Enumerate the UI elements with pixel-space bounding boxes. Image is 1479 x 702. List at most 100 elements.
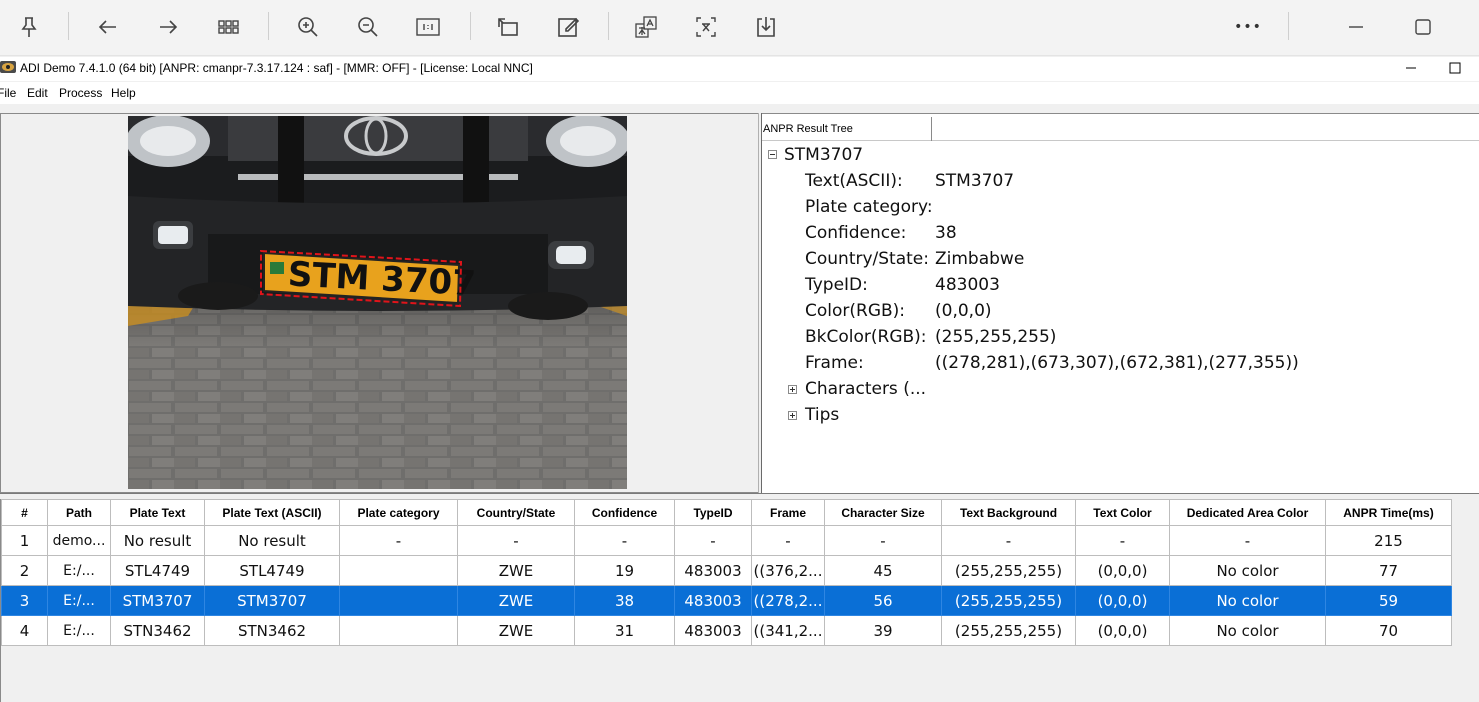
table-cell: demo... bbox=[47, 525, 111, 556]
rotate-icon[interactable] bbox=[490, 10, 526, 44]
table-cell: E:/... bbox=[47, 615, 111, 646]
results-grid-area: # Path Plate Text Plate Text (ASCII) Pla… bbox=[0, 499, 1479, 702]
table-cell: 1 bbox=[1, 525, 48, 556]
zoom-in-icon[interactable] bbox=[290, 10, 326, 44]
table-cell: ((278,2... bbox=[751, 585, 825, 616]
table-cell: 77 bbox=[1325, 555, 1452, 586]
table-cell: - bbox=[674, 525, 752, 556]
table-cell: STL4749 bbox=[110, 555, 205, 586]
actual-size-icon[interactable] bbox=[410, 10, 446, 44]
results-grid: # Path Plate Text Plate Text (ASCII) Pla… bbox=[1, 499, 1452, 646]
app-maximize-icon[interactable] bbox=[1446, 60, 1464, 76]
table-cell: ((376,2... bbox=[751, 555, 825, 586]
table-cell: 59 bbox=[1325, 585, 1452, 616]
col-header[interactable]: Country/State bbox=[457, 499, 575, 526]
table-cell: STL4749 bbox=[204, 555, 340, 586]
expand-icon[interactable] bbox=[788, 385, 797, 394]
col-header[interactable]: Path bbox=[47, 499, 111, 526]
col-header[interactable]: Dedicated Area Color bbox=[1169, 499, 1326, 526]
menubar: File Edit Process Help bbox=[0, 82, 1479, 104]
col-header[interactable]: Confidence bbox=[574, 499, 675, 526]
table-cell: ZWE bbox=[457, 555, 575, 586]
table-cell: ZWE bbox=[457, 585, 575, 616]
table-cell: - bbox=[751, 525, 825, 556]
table-cell: - bbox=[339, 525, 458, 556]
tree-header: ANPR Result Tree bbox=[762, 117, 1479, 141]
back-icon[interactable] bbox=[90, 10, 126, 44]
table-cell: - bbox=[824, 525, 942, 556]
col-header[interactable]: Plate Text (ASCII) bbox=[204, 499, 340, 526]
col-header[interactable]: # bbox=[1, 499, 48, 526]
viewer-toolbar: ••• bbox=[0, 0, 1479, 56]
formula-icon[interactable] bbox=[688, 10, 724, 44]
grid-view-icon[interactable] bbox=[210, 10, 246, 44]
forward-icon[interactable] bbox=[150, 10, 186, 44]
table-cell: 3 bbox=[1, 585, 48, 616]
tree-root[interactable]: STM3707 bbox=[784, 145, 863, 165]
table-cell: 483003 bbox=[674, 555, 752, 586]
table-cell bbox=[339, 585, 458, 616]
col-header[interactable]: Frame bbox=[751, 499, 825, 526]
table-cell: 70 bbox=[1325, 615, 1452, 646]
tree-node-tips[interactable]: Tips bbox=[805, 405, 839, 425]
table-cell bbox=[339, 555, 458, 586]
table-cell: - bbox=[1169, 525, 1326, 556]
collapse-icon[interactable] bbox=[768, 150, 777, 159]
menu-process[interactable]: Process bbox=[59, 86, 102, 100]
menu-edit[interactable]: Edit bbox=[27, 86, 48, 100]
col-header[interactable]: Plate category bbox=[339, 499, 458, 526]
table-cell: ((341,2... bbox=[751, 615, 825, 646]
menu-help[interactable]: Help bbox=[111, 86, 136, 100]
zoom-out-icon[interactable] bbox=[350, 10, 386, 44]
download-icon[interactable] bbox=[748, 10, 784, 44]
app-minimize-icon[interactable] bbox=[1402, 60, 1420, 76]
col-header[interactable]: Character Size bbox=[824, 499, 942, 526]
table-row[interactable]: 1 demo... No result No result - - - - - - - - -215 bbox=[1, 525, 1452, 556]
table-cell: 45 bbox=[824, 555, 942, 586]
vehicle-photo[interactable]: STM 3707 bbox=[128, 116, 627, 489]
table-cell: No color bbox=[1169, 555, 1326, 586]
expand-icon[interactable] bbox=[788, 411, 797, 420]
table-cell: E:/... bbox=[47, 555, 111, 586]
col-header[interactable]: Text Background bbox=[941, 499, 1076, 526]
col-header[interactable]: TypeID bbox=[674, 499, 752, 526]
app-title: ADI Demo 7.4.1.0 (64 bit) [ANPR: cmanpr-… bbox=[20, 61, 533, 75]
table-row[interactable]: 2 E:/... STL4749 STL4749 ZWE 19 483003 ((376,2.… bbox=[1, 555, 1452, 586]
table-row[interactable]: 3 E:/... STM3707 STM3707 ZWE 38 483003 ((278,2.… bbox=[1, 585, 1452, 616]
table-cell: - bbox=[1075, 525, 1170, 556]
tree-node-characters[interactable]: Characters (... bbox=[805, 379, 926, 399]
table-cell: No color bbox=[1169, 615, 1326, 646]
more-icon[interactable]: ••• bbox=[1230, 10, 1266, 44]
table-cell: E:/... bbox=[47, 585, 111, 616]
tree-header-title: ANPR Result Tree bbox=[762, 117, 932, 141]
table-cell: No result bbox=[110, 525, 205, 556]
table-cell: (0,0,0) bbox=[1075, 585, 1170, 616]
table-cell: STM3707 bbox=[204, 585, 340, 616]
table-cell: 4 bbox=[1, 615, 48, 646]
app-titlebar: ADI Demo 7.4.1.0 (64 bit) [ANPR: cmanpr-… bbox=[0, 57, 1479, 81]
table-cell: 2 bbox=[1, 555, 48, 586]
anpr-result-tree[interactable]: ANPR Result Tree STM3707 Text(ASCII): STM… bbox=[762, 113, 1479, 493]
pin-icon[interactable] bbox=[11, 10, 47, 44]
table-cell: 38 bbox=[574, 585, 675, 616]
col-header[interactable]: Text Color bbox=[1075, 499, 1170, 526]
table-cell: 19 bbox=[574, 555, 675, 586]
menu-file[interactable]: File bbox=[0, 86, 16, 100]
table-cell: - bbox=[941, 525, 1076, 556]
app-eye-icon bbox=[0, 61, 16, 73]
table-row[interactable]: 4 E:/... STN3462 STN3462 ZWE 31 483003 ((341,2.… bbox=[1, 615, 1452, 646]
col-header[interactable]: Plate Text bbox=[110, 499, 205, 526]
table-cell: No result bbox=[204, 525, 340, 556]
minimize-icon[interactable] bbox=[1338, 10, 1374, 44]
table-cell: 483003 bbox=[674, 585, 752, 616]
maximize-icon[interactable] bbox=[1405, 10, 1441, 44]
table-cell: 215 bbox=[1325, 525, 1452, 556]
table-cell: (255,255,255) bbox=[941, 585, 1076, 616]
table-cell: STN3462 bbox=[204, 615, 340, 646]
translate-icon[interactable] bbox=[628, 10, 664, 44]
table-cell: - bbox=[457, 525, 575, 556]
grid-header-row: # Path Plate Text Plate Text (ASCII) Pla… bbox=[1, 499, 1452, 526]
edit-icon[interactable] bbox=[550, 10, 586, 44]
table-cell: ZWE bbox=[457, 615, 575, 646]
col-header[interactable]: ANPR Time(ms) bbox=[1325, 499, 1452, 526]
